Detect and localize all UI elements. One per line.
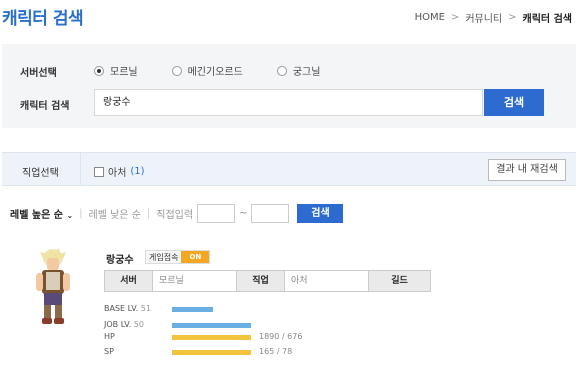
checkbox-icon[interactable] — [94, 166, 104, 177]
level-input-label: 직접입력 — [156, 210, 194, 221]
guild-header: 길드 — [369, 271, 430, 291]
server-radio-morneel[interactable]: 모르닐 — [94, 63, 138, 78]
character-info-table: 서버 모르닐 직업 아처 길드 — [104, 270, 431, 292]
stat-value-text: 1890 / 676 — [259, 332, 303, 341]
stat-label: BASE LV. 51 — [104, 304, 151, 313]
server-header: 서버 — [105, 271, 153, 291]
character-search-button[interactable]: 검색 — [484, 89, 544, 116]
level-min-input[interactable] — [197, 204, 236, 223]
stat-level-value: 51 — [140, 304, 151, 313]
server-radio-megingiord[interactable]: 메긴기오르드 — [171, 63, 243, 78]
server-radio-group: 모르닐 메긴기오르드 궁그닐 — [94, 63, 320, 78]
character-search-label: 캐릭터 검색 — [20, 101, 70, 112]
page-title: 캐릭터 검색 — [2, 9, 84, 29]
status-label: 게임접속 — [149, 252, 179, 262]
range-tilde: ~ — [239, 208, 248, 219]
stat-level-value: 50 — [133, 320, 144, 329]
radio-icon[interactable] — [276, 65, 287, 76]
refine-search-button[interactable]: 결과 내 재검색 — [488, 159, 566, 181]
server-select-label: 서버선택 — [20, 68, 57, 79]
stat-bar-fill — [172, 307, 214, 312]
breadcrumb-home[interactable]: HOME — [415, 12, 445, 23]
stat-bar — [172, 307, 251, 312]
divider — [80, 153, 81, 185]
level-max-input[interactable] — [251, 204, 290, 223]
server-radio-label: 메긴기오르드 — [187, 67, 243, 78]
job-option-archer[interactable]: 아처 (1) — [94, 164, 145, 179]
breadcrumb-current: 캐릭터 검색 — [522, 14, 572, 25]
level-search-button[interactable]: 검색 — [297, 204, 344, 223]
divider: | — [146, 208, 151, 219]
sort-level-high[interactable]: 레벨 높은 순 ⌄ — [10, 206, 73, 221]
stat-row: SP — [104, 347, 170, 356]
server-radio-label: 궁그닐 — [292, 67, 321, 78]
breadcrumb: HOME > 커뮤니티 > 캐릭터 검색 — [415, 10, 572, 25]
search-panel: 서버선택 모르닐 메긴기오르드 궁그닐 캐릭터 검색 랑궁수 검색 — [2, 44, 576, 128]
stat-row: HP — [104, 332, 170, 341]
divider: | — [79, 208, 83, 219]
job-option-count: (1) — [130, 166, 145, 177]
sort-level-low[interactable]: 레벨 낮은 순 — [89, 206, 141, 221]
character-avatar — [36, 248, 70, 324]
stat-bar-fill — [172, 335, 251, 340]
stat-label: SP — [104, 347, 114, 356]
status-badge: 게임접속 ON — [145, 250, 211, 264]
stat-label: JOB LV. 50 — [104, 320, 144, 329]
stat-row: BASE LV. 51 — [104, 304, 170, 313]
stat-label: HP — [104, 332, 115, 341]
stat-row: JOB LV. 50 — [104, 320, 170, 329]
server-radio-label: 모르닐 — [110, 67, 138, 78]
chevron-right-icon: > — [508, 12, 517, 23]
stat-bar-fill — [172, 323, 251, 328]
job-option-label: 아처 — [108, 168, 127, 179]
server-radio-gungnir[interactable]: 궁그닐 — [276, 63, 321, 78]
sort-bar: 레벨 높은 순 ⌄ | 레벨 낮은 순 | 직접입력 ~ 검색 — [10, 204, 344, 223]
job-filter-bar: 직업선택 아처 (1) 결과 내 재검색 — [2, 152, 576, 186]
chevron-down-icon: ⌄ — [66, 211, 74, 220]
status-on-badge: ON — [181, 251, 210, 263]
character-name[interactable]: 랑궁수 — [106, 251, 134, 266]
sort-label: 레벨 높은 순 — [10, 210, 63, 221]
job-header: 직업 — [237, 271, 285, 291]
stat-bar — [172, 323, 251, 328]
character-search-input[interactable]: 랑궁수 — [94, 89, 483, 116]
breadcrumb-community[interactable]: 커뮤니티 — [465, 10, 502, 25]
stat-bar — [172, 335, 251, 340]
radio-selected-icon[interactable] — [94, 65, 104, 76]
radio-icon[interactable] — [171, 65, 182, 76]
server-value: 모르닐 — [153, 271, 237, 291]
stat-bar-fill — [172, 350, 251, 355]
job-select-label: 직업선택 — [22, 168, 59, 179]
chevron-right-icon: > — [450, 12, 460, 23]
stat-bar — [172, 350, 251, 355]
stat-value-text: 165 / 78 — [259, 347, 293, 356]
job-value: 아처 — [285, 271, 369, 291]
